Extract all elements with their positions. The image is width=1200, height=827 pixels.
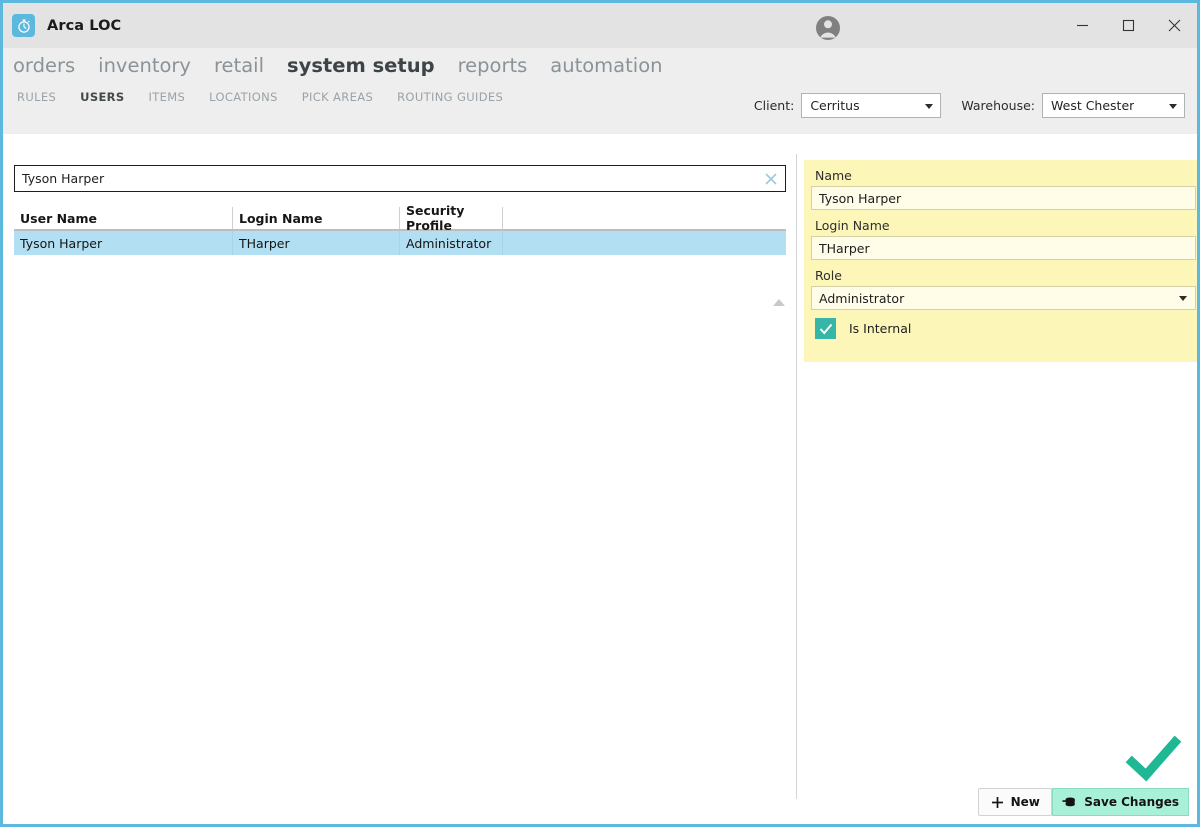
table-row[interactable]: Tyson Harper THarper Administrator (14, 231, 786, 255)
is-internal-label: Is Internal (849, 321, 912, 336)
application-window: Arca LOC orders inventory retail system … (0, 0, 1200, 827)
nav-item-inventory[interactable]: inventory (98, 54, 191, 77)
search-input[interactable]: Tyson Harper (14, 165, 786, 192)
login-name-label: Login Name (815, 218, 890, 233)
subnav-item-users[interactable]: USERS (80, 90, 124, 104)
client-label: Client: (753, 98, 795, 113)
save-changes-button[interactable]: Save Changes (1052, 788, 1189, 816)
role-select-value: Administrator (819, 290, 905, 306)
subnav-item-pick-areas[interactable]: PICK AREAS (302, 90, 373, 104)
table-header-row: User Name Login Name Security Profile (14, 203, 786, 233)
column-header-security-profile[interactable]: Security Profile (400, 203, 503, 233)
users-table: User Name Login Name Security Profile Ty… (14, 203, 786, 783)
client-select[interactable]: Cerritus (801, 93, 942, 118)
nav-item-orders[interactable]: orders (13, 54, 75, 77)
is-internal-checkbox[interactable] (815, 318, 836, 339)
cell-login-name: THarper (233, 231, 400, 255)
subnav-item-rules[interactable]: RULES (17, 90, 56, 104)
user-avatar-icon[interactable] (813, 13, 843, 43)
chevron-down-icon (1179, 296, 1187, 301)
check-icon (819, 323, 832, 335)
search-input-value: Tyson Harper (22, 171, 105, 186)
subnav-item-locations[interactable]: LOCATIONS (209, 90, 278, 104)
context-selectors: Client: Cerritus Warehouse: West Chester (754, 93, 1185, 118)
database-save-icon (1062, 796, 1077, 809)
maximize-button[interactable] (1105, 3, 1151, 48)
content-area: Tyson Harper User Name Login Name Securi… (3, 134, 1197, 824)
clear-x-icon[interactable] (758, 166, 784, 192)
form-action-bar: New Save Changes (978, 788, 1189, 816)
minimize-button[interactable] (1059, 3, 1105, 48)
panel-divider (796, 154, 797, 799)
scroll-up-arrow-icon[interactable] (773, 299, 785, 306)
role-select[interactable]: Administrator (811, 286, 1196, 310)
warehouse-label: Warehouse: (961, 98, 1035, 113)
warehouse-select-value: West Chester (1051, 98, 1135, 113)
plus-icon (991, 796, 1004, 809)
chevron-down-icon (1169, 103, 1177, 109)
nav-item-automation[interactable]: automation (550, 54, 662, 77)
name-field-value: Tyson Harper (819, 190, 902, 206)
login-name-field[interactable]: THarper (811, 236, 1196, 260)
title-bar: Arca LOC (3, 3, 1197, 48)
login-name-field-value: THarper (819, 240, 870, 256)
app-title: Arca LOC (47, 17, 122, 34)
header-bar: orders inventory retail system setup rep… (3, 48, 1197, 134)
main-navigation: orders inventory retail system setup rep… (13, 54, 685, 77)
cell-blank (503, 231, 786, 255)
close-button[interactable] (1151, 3, 1197, 48)
new-button[interactable]: New (978, 788, 1053, 816)
green-checkmark-icon (1124, 735, 1184, 782)
table-vertical-scrollbar[interactable] (769, 207, 789, 824)
is-internal-row[interactable]: Is Internal (815, 318, 1190, 339)
stopwatch-icon (12, 14, 35, 37)
nav-item-reports[interactable]: reports (458, 54, 528, 77)
nav-item-retail[interactable]: retail (214, 54, 264, 77)
user-detail-form: Name Tyson Harper Login Name THarper Rol… (804, 160, 1197, 362)
column-header-login-name[interactable]: Login Name (233, 207, 400, 229)
subnav-item-items[interactable]: ITEMS (149, 90, 186, 104)
cell-user-name: Tyson Harper (14, 231, 233, 255)
chevron-down-icon (925, 103, 934, 109)
name-label: Name (815, 168, 852, 183)
column-header-user-name[interactable]: User Name (14, 207, 233, 229)
warehouse-select[interactable]: West Chester (1042, 93, 1185, 118)
column-header-blank[interactable] (503, 207, 786, 229)
name-field[interactable]: Tyson Harper (811, 186, 1196, 210)
save-changes-button-label: Save Changes (1084, 795, 1179, 809)
cell-security-profile: Administrator (400, 231, 503, 255)
new-button-label: New (1010, 795, 1040, 809)
role-label: Role (815, 268, 842, 283)
window-controls (1059, 3, 1197, 48)
nav-item-system-setup[interactable]: system setup (287, 54, 435, 77)
client-select-value: Cerritus (810, 98, 860, 113)
sub-navigation: RULES USERS ITEMS LOCATIONS PICK AREAS R… (17, 90, 527, 104)
subnav-item-routing-guides[interactable]: ROUTING GUIDES (397, 90, 503, 104)
